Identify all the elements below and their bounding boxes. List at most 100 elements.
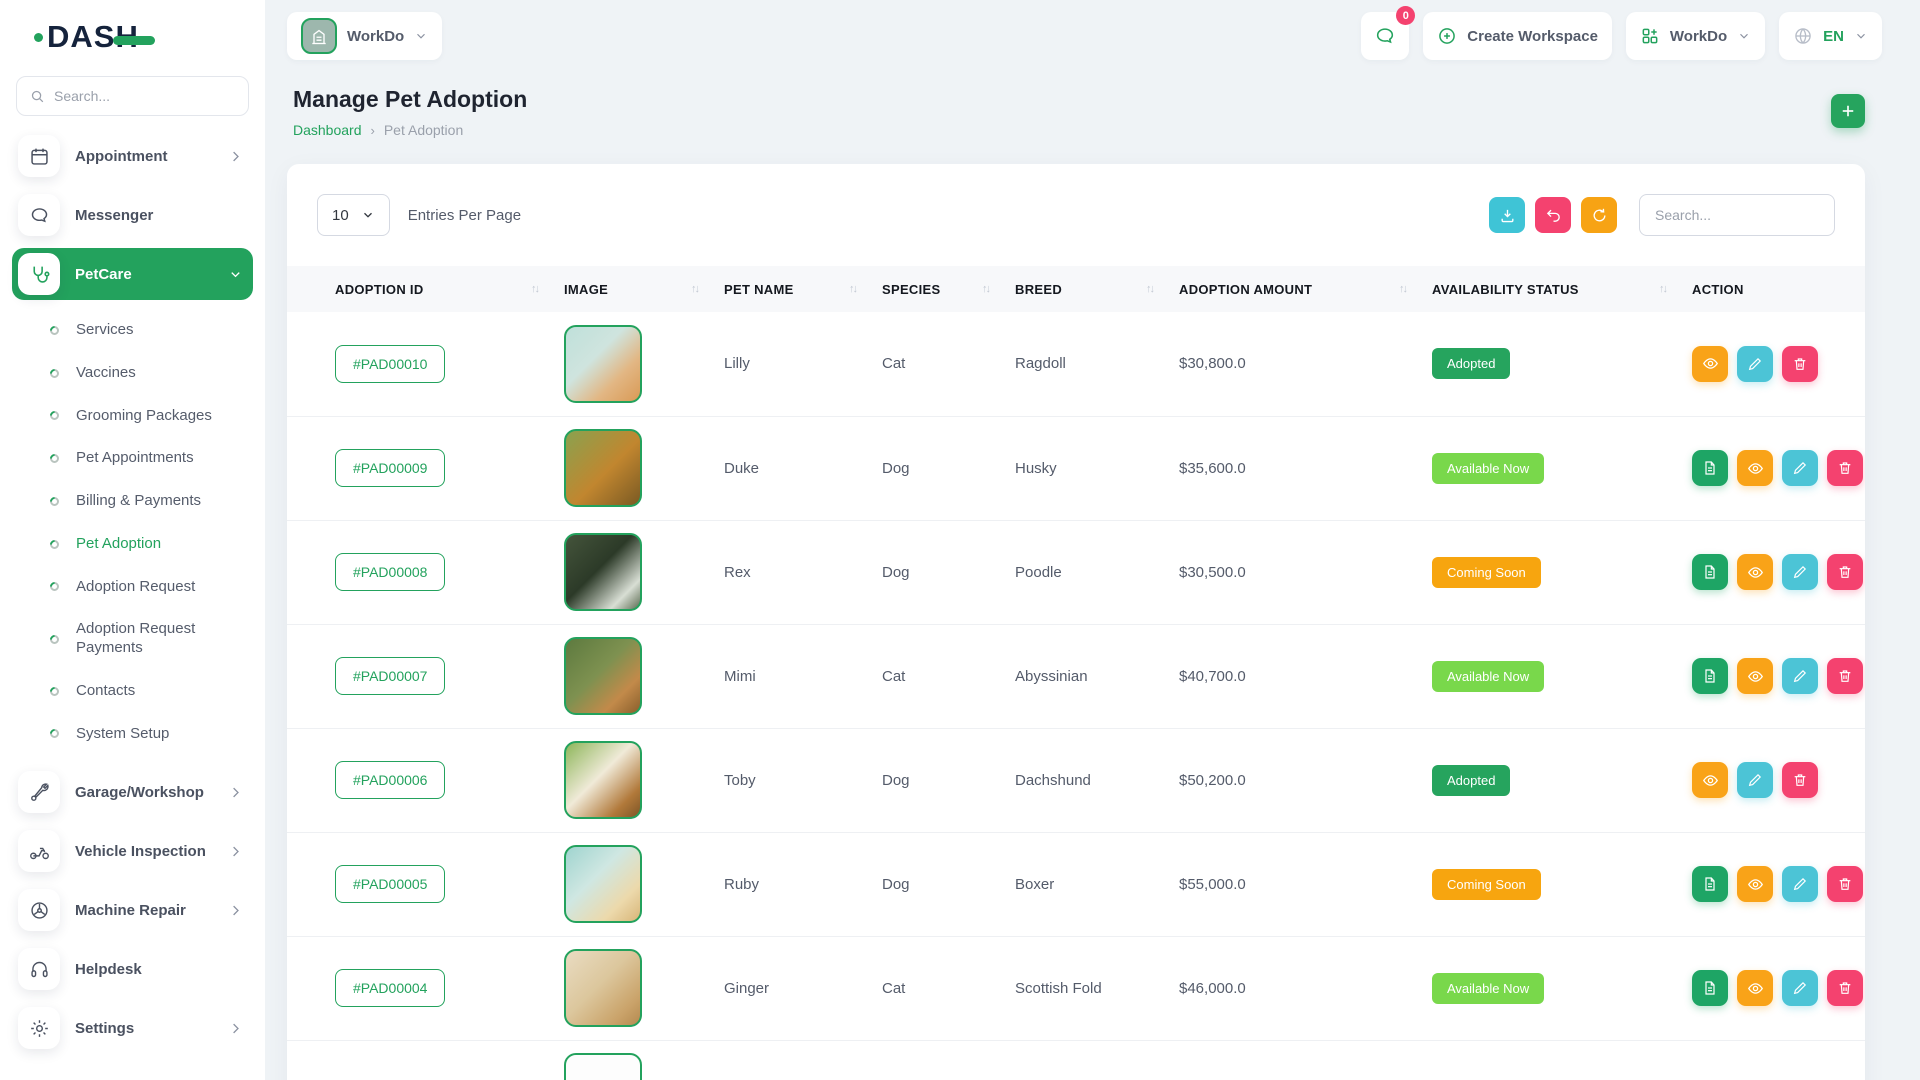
- dog-photo[interactable]: [564, 741, 642, 819]
- table-row: #PAD00009 Duke Dog Husky $35,600.0 Avail…: [287, 416, 1865, 520]
- delete-button[interactable]: [1827, 450, 1863, 486]
- table-search-input[interactable]: [1639, 194, 1835, 236]
- reload-button[interactable]: [1581, 197, 1617, 233]
- sidebar-search[interactable]: [16, 76, 249, 116]
- app-logo[interactable]: DASH: [34, 19, 155, 55]
- view-button[interactable]: [1692, 762, 1728, 798]
- dog-photo[interactable]: [564, 533, 642, 611]
- dog-photo[interactable]: [564, 429, 642, 507]
- col-image[interactable]: IMAGE↑↓: [564, 266, 724, 312]
- delete-button[interactable]: [1782, 346, 1818, 382]
- col-adoption-amount[interactable]: ADOPTION AMOUNT↑↓: [1179, 266, 1432, 312]
- sidebar-item-adoption-request-payments[interactable]: Adoption Request Payments: [44, 608, 265, 670]
- sidebar-search-input[interactable]: [54, 88, 235, 104]
- adoption-id-badge[interactable]: #PAD00005: [335, 865, 445, 903]
- edit-button[interactable]: [1782, 970, 1818, 1006]
- col-availability-status[interactable]: AVAILABILITY STATUS↑↓: [1432, 266, 1692, 312]
- col-breed[interactable]: BREED↑↓: [1015, 266, 1179, 312]
- delete-button[interactable]: [1827, 658, 1863, 694]
- delete-button[interactable]: [1827, 970, 1863, 1006]
- view-button[interactable]: [1737, 450, 1773, 486]
- details-button[interactable]: [1692, 866, 1728, 902]
- sidebar-item-garage-workshop[interactable]: Garage/Workshop: [12, 766, 253, 818]
- sort-icon[interactable]: ↑↓: [1146, 283, 1153, 295]
- details-button[interactable]: [1692, 450, 1728, 486]
- sidebar-item-grooming-packages[interactable]: Grooming Packages: [44, 395, 265, 438]
- create-workspace-button[interactable]: Create Workspace: [1423, 12, 1612, 60]
- eye-icon: [1747, 980, 1764, 997]
- sidebar-item-services[interactable]: Services: [44, 309, 265, 352]
- cat-photo[interactable]: [564, 637, 642, 715]
- entries-per-page-select[interactable]: 10: [317, 194, 390, 236]
- workspace-selector[interactable]: WorkDo: [287, 12, 442, 60]
- breadcrumb-dashboard-link[interactable]: Dashboard: [293, 122, 362, 138]
- sidebar-item-pet-adoption[interactable]: Pet Adoption: [44, 523, 265, 566]
- sort-icon[interactable]: ↑↓: [849, 283, 856, 295]
- adoption-id-badge[interactable]: #PAD00010: [335, 345, 445, 383]
- view-button[interactable]: [1737, 554, 1773, 590]
- pet-photo[interactable]: [564, 1053, 642, 1080]
- edit-button[interactable]: [1782, 554, 1818, 590]
- sidebar-item-messenger[interactable]: Messenger: [12, 189, 253, 241]
- sidebar-item-helpdesk[interactable]: Helpdesk: [12, 943, 253, 995]
- col-adoption-id[interactable]: ADOPTION ID↑↓: [287, 266, 564, 312]
- sidebar-item-vehicle-inspection[interactable]: Vehicle Inspection: [12, 825, 253, 877]
- adoption-id-badge[interactable]: #PAD00008: [335, 553, 445, 591]
- sort-icon[interactable]: ↑↓: [531, 283, 538, 295]
- cat-photo[interactable]: [564, 949, 642, 1027]
- details-button[interactable]: [1692, 658, 1728, 694]
- language-selector[interactable]: EN: [1779, 12, 1882, 60]
- adoption-id-badge[interactable]: #PAD00004: [335, 969, 445, 1007]
- edit-button[interactable]: [1782, 658, 1818, 694]
- view-button[interactable]: [1737, 970, 1773, 1006]
- sort-icon[interactable]: ↑↓: [1399, 283, 1406, 295]
- delete-button[interactable]: [1827, 866, 1863, 902]
- view-button[interactable]: [1737, 658, 1773, 694]
- table-row: #PAD00010 Lilly Cat Ragdoll $30,800.0 Ad…: [287, 312, 1865, 416]
- sort-icon[interactable]: ↑↓: [1659, 283, 1666, 295]
- adoption-id-badge[interactable]: #PAD00006: [335, 761, 445, 799]
- trash-icon: [1837, 564, 1853, 580]
- sidebar-item-vaccines[interactable]: Vaccines: [44, 352, 265, 395]
- pet-species: Dog: [882, 416, 1015, 520]
- messages-button[interactable]: 0: [1361, 12, 1409, 60]
- edit-button[interactable]: [1737, 346, 1773, 382]
- edit-button[interactable]: [1737, 762, 1773, 798]
- sidebar-item-appointment[interactable]: Appointment: [12, 130, 253, 182]
- export-button[interactable]: [1489, 197, 1525, 233]
- adoption-id-badge[interactable]: #PAD00007: [335, 657, 445, 695]
- cat-photo[interactable]: [564, 325, 642, 403]
- table-row: #PAD00006 Toby Dog Dachshund $50,200.0 A…: [287, 728, 1865, 832]
- sidebar-item-contacts[interactable]: Contacts: [44, 670, 265, 713]
- reset-button[interactable]: [1535, 197, 1571, 233]
- sidebar-item-settings[interactable]: Settings: [12, 1002, 253, 1054]
- workdo-menu-button[interactable]: WorkDo: [1626, 12, 1765, 60]
- adoption-table-card: 10 Entries Per Page ADOPTION ID↑↓ IMAGE↑…: [287, 164, 1865, 1080]
- delete-button[interactable]: [1782, 762, 1818, 798]
- trash-icon: [1837, 980, 1853, 996]
- sidebar-item-billing-payments[interactable]: Billing & Payments: [44, 480, 265, 523]
- dog-photo[interactable]: [564, 845, 642, 923]
- details-button[interactable]: [1692, 554, 1728, 590]
- col-species[interactable]: SPECIES↑↓: [882, 266, 1015, 312]
- view-button[interactable]: [1737, 866, 1773, 902]
- edit-button[interactable]: [1782, 450, 1818, 486]
- table-row: #PAD00008 Rex Dog Poodle $30,500.0 Comin…: [287, 520, 1865, 624]
- details-button[interactable]: [1692, 970, 1728, 1006]
- sidebar-item-system-setup[interactable]: System Setup: [44, 713, 265, 756]
- view-button[interactable]: [1692, 346, 1728, 382]
- sidebar-item-petcare[interactable]: PetCare: [12, 248, 253, 300]
- sidebar-item-pet-appointments[interactable]: Pet Appointments: [44, 437, 265, 480]
- delete-button[interactable]: [1827, 554, 1863, 590]
- add-adoption-button[interactable]: [1831, 94, 1865, 128]
- sidebar-item-machine-repair[interactable]: Machine Repair: [12, 884, 253, 936]
- sidebar-item-adoption-request[interactable]: Adoption Request: [44, 566, 265, 609]
- sort-icon[interactable]: ↑↓: [691, 283, 698, 295]
- col-pet-name[interactable]: PET NAME↑↓: [724, 266, 882, 312]
- trash-icon: [1837, 876, 1853, 892]
- adoption-id-badge[interactable]: #PAD00009: [335, 449, 445, 487]
- edit-button[interactable]: [1782, 866, 1818, 902]
- sort-icon[interactable]: ↑↓: [982, 283, 989, 295]
- adoption-amount: $50,200.0: [1179, 728, 1432, 832]
- pet-breed: Ragdoll: [1015, 312, 1179, 416]
